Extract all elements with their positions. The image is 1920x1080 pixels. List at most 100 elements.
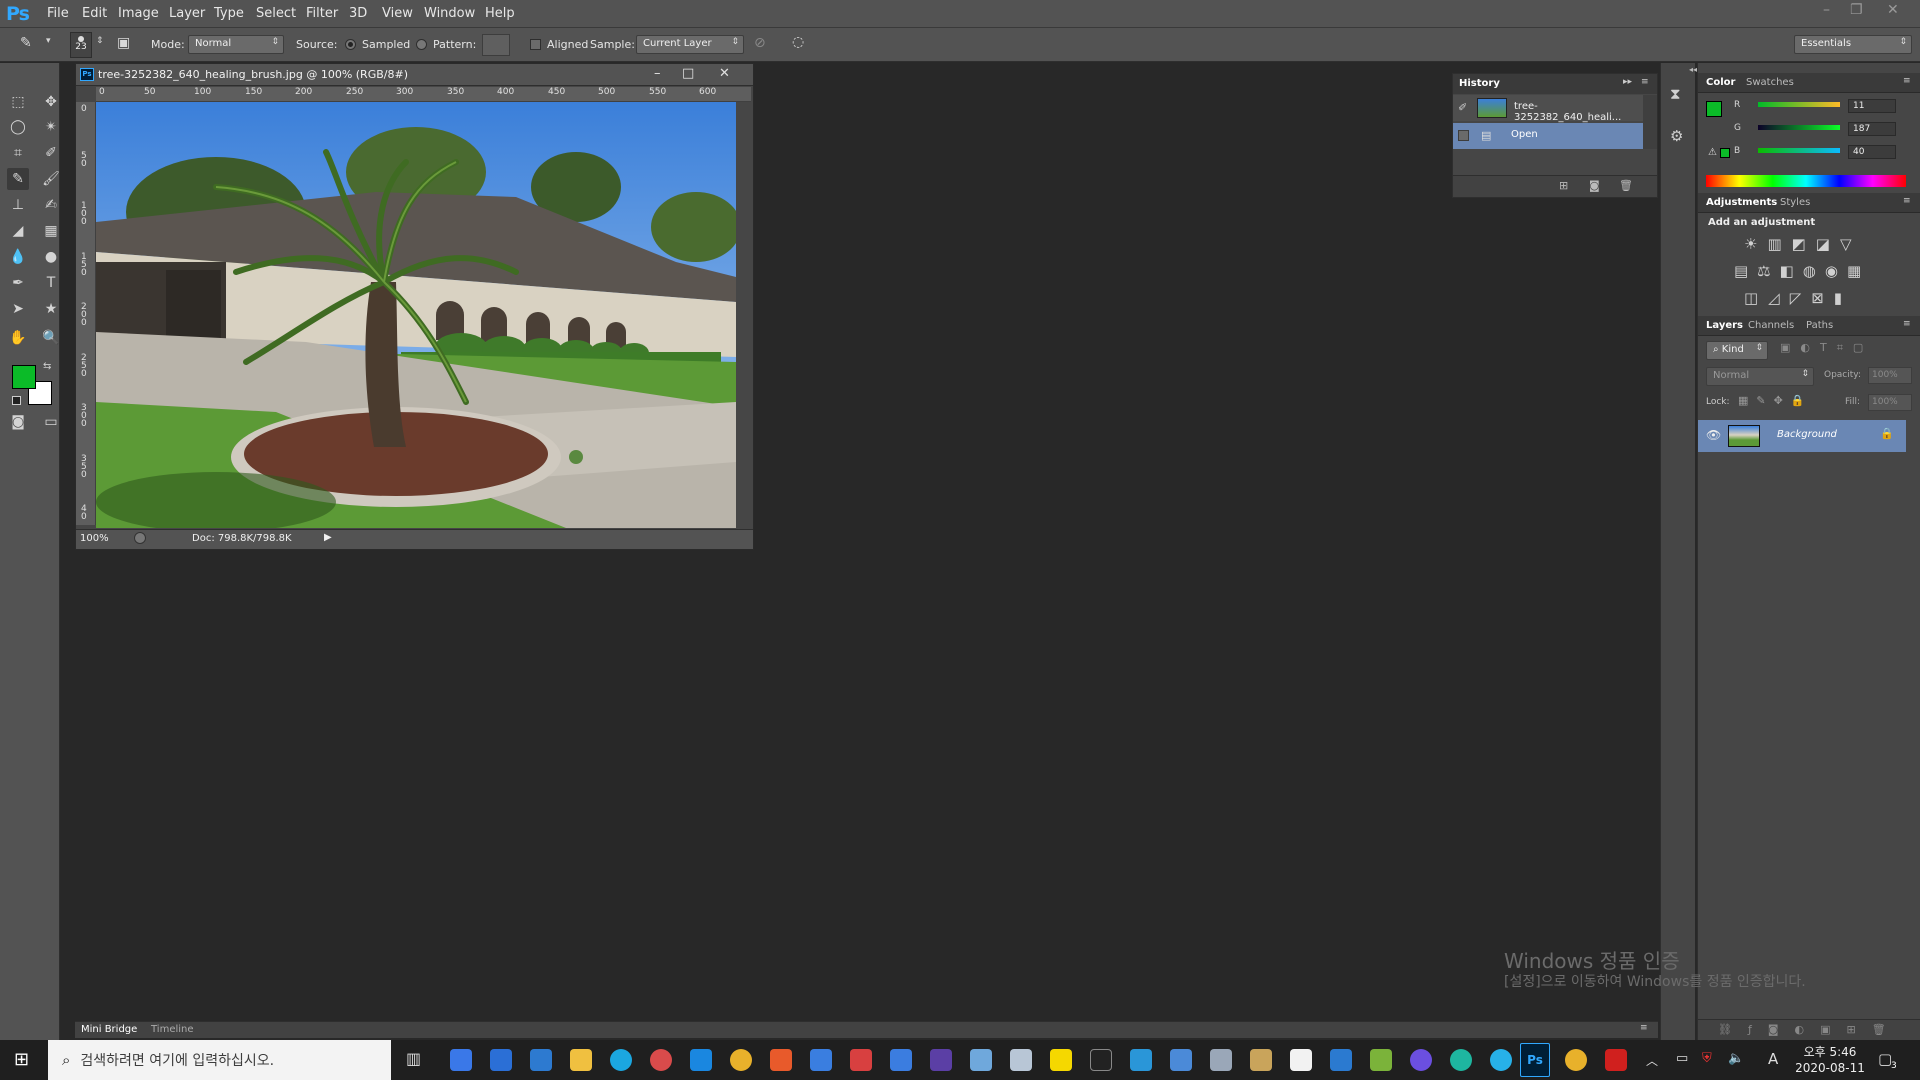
office-app-icon[interactable] <box>770 1049 792 1071</box>
menu-select[interactable]: Select <box>256 6 296 21</box>
shield-icon[interactable]: ⛨ <box>1702 1051 1712 1066</box>
opacity-value[interactable]: 100% <box>1868 367 1912 384</box>
tab-mini-bridge[interactable]: Mini Bridge <box>81 1024 137 1035</box>
editor-app-icon[interactable] <box>1090 1049 1112 1071</box>
doc-minimize-icon[interactable]: – <box>654 66 661 81</box>
aligned-checkbox[interactable] <box>530 39 541 50</box>
gradient-tool-icon[interactable]: ▦ <box>40 220 62 242</box>
store-app-icon[interactable] <box>890 1049 912 1071</box>
history-brush-source-icon[interactable]: ✐ <box>1458 101 1467 114</box>
mode-select[interactable]: Normal ⇕ <box>188 35 284 54</box>
brush-tool-icon[interactable]: 🖌 <box>40 168 62 190</box>
volume-icon[interactable]: 🔈 <box>1728 1051 1744 1066</box>
menu-help[interactable]: Help <box>485 6 515 21</box>
tab-adjustments[interactable]: Adjustments <box>1706 197 1777 208</box>
internet-explorer-icon[interactable] <box>690 1049 712 1071</box>
collapse-panel-icon[interactable]: ▸▸ <box>1623 77 1632 87</box>
palette-app-icon[interactable] <box>1250 1049 1272 1071</box>
chevron-down-icon[interactable]: ▾ <box>46 36 51 46</box>
new-document-from-state-icon[interactable]: ⊞ <box>1559 179 1568 192</box>
healing-brush-tool-icon[interactable]: ✎ <box>7 168 29 190</box>
chrome-browser-icon[interactable] <box>730 1049 752 1071</box>
zoom-level[interactable]: 100% <box>80 533 109 544</box>
task-view-icon[interactable]: ▥ <box>406 1049 421 1068</box>
adjustment-icons-row-1[interactable]: ☀▥◩◪▽ <box>1744 235 1862 253</box>
ime-indicator[interactable]: A <box>1768 1050 1778 1068</box>
lasso-tool-icon[interactable]: ◯ <box>7 116 29 138</box>
paint-app-icon[interactable] <box>650 1049 672 1071</box>
ignore-adjustment-layers-icon[interactable]: ⊘ <box>754 35 766 51</box>
blur-tool-icon[interactable]: 💧 <box>7 246 29 268</box>
tab-color[interactable]: Color <box>1706 77 1735 88</box>
properties-panel-icon[interactable]: ⚙ <box>1670 127 1683 145</box>
layer-lock-icon[interactable]: 🔒 <box>1880 427 1894 440</box>
blend-mode-select[interactable]: Normal ⇕ <box>1706 367 1814 386</box>
tab-history[interactable]: History <box>1459 78 1500 89</box>
screen-mode-icon[interactable]: ▭ <box>40 411 62 433</box>
pattern-app-icon[interactable] <box>1450 1049 1472 1071</box>
panel-menu-icon[interactable]: ≡ <box>1641 77 1649 87</box>
clock-date[interactable]: 2020-08-11 <box>1792 1061 1868 1075</box>
calculator-icon[interactable] <box>1170 1049 1192 1071</box>
magic-wand-tool-icon[interactable]: ✴ <box>40 116 62 138</box>
pen-tool-icon[interactable]: ✒ <box>7 272 29 294</box>
remote-app-icon[interactable] <box>1330 1049 1352 1071</box>
tool-app-icon[interactable] <box>850 1049 872 1071</box>
layer-kind-filter[interactable]: ⌕ Kind ⇕ <box>1706 341 1768 360</box>
notes-app-icon[interactable] <box>810 1049 832 1071</box>
minimize-icon[interactable]: – <box>1823 2 1830 18</box>
crop-tool-icon[interactable]: ⌗ <box>7 142 29 164</box>
status-info-icon[interactable] <box>134 532 146 544</box>
lock-icons[interactable]: ▦✎✥🔒 <box>1738 394 1813 407</box>
tab-layers[interactable]: Layers <box>1706 320 1743 331</box>
dodge-tool-icon[interactable]: ● <box>40 246 62 268</box>
fill-value[interactable]: 100% <box>1868 394 1912 411</box>
brush-size-arrow-icon[interactable]: ⇕ <box>96 36 104 46</box>
cloud-app-icon[interactable] <box>1010 1049 1032 1071</box>
color-spectrum-bar[interactable] <box>1706 175 1906 187</box>
sample-select[interactable]: Current Layer ⇕ <box>636 35 744 54</box>
tab-swatches[interactable]: Swatches <box>1746 77 1794 88</box>
kakaotalk-icon[interactable] <box>1050 1049 1072 1071</box>
history-brush-tool-icon[interactable]: ✍ <box>40 194 62 216</box>
b-slider[interactable] <box>1758 148 1840 153</box>
feather-app-icon[interactable] <box>970 1049 992 1071</box>
adjustment-icons-row-3[interactable]: ◫◿◸⊠▮ <box>1744 289 1852 307</box>
file-explorer-icon[interactable] <box>570 1049 592 1071</box>
document-app-icon[interactable] <box>1290 1049 1312 1071</box>
tab-timeline[interactable]: Timeline <box>151 1024 194 1035</box>
eyedropper-tool-icon[interactable]: ✐ <box>40 142 62 164</box>
brush-panel-icon[interactable]: ▣ <box>117 35 130 51</box>
swap-colors-icon[interactable]: ⇆ <box>43 361 51 372</box>
monitor-app-icon[interactable] <box>1130 1049 1152 1071</box>
expand-panels-icon[interactable]: ◂◂ <box>1689 65 1697 74</box>
acrobat-icon[interactable] <box>1605 1049 1627 1071</box>
layers-footer-icons[interactable]: ⛓ƒ◙◐▣⊞🗑 <box>1718 1023 1902 1036</box>
gamut-swatch[interactable] <box>1720 148 1730 158</box>
chevron-up-icon[interactable]: ︿ <box>1646 1052 1658 1069</box>
marquee-tool-icon[interactable]: ⬚ <box>7 91 29 113</box>
type-tool-icon[interactable]: T <box>40 272 62 294</box>
panel-menu-icon[interactable]: ≡ <box>1903 76 1911 86</box>
status-menu-arrow-icon[interactable]: ▶ <box>324 532 332 543</box>
foreground-color-swatch[interactable] <box>12 365 36 389</box>
menu-file[interactable]: File <box>47 6 69 21</box>
eraser-tool-icon[interactable]: ◢ <box>7 220 29 242</box>
pattern-radio[interactable] <box>416 39 427 50</box>
quick-mask-icon[interactable]: ◙ <box>7 411 29 433</box>
menu-layer[interactable]: Layer <box>169 6 205 21</box>
pattern-picker[interactable] <box>482 34 510 56</box>
color-fg-swatch[interactable] <box>1706 101 1722 117</box>
pressure-size-icon[interactable]: ◌ <box>792 34 804 50</box>
close-icon[interactable]: ✕ <box>1887 2 1899 18</box>
sampled-radio[interactable] <box>345 39 356 50</box>
windows-start-icon[interactable]: ⊞ <box>14 1049 29 1070</box>
menu-window[interactable]: Window <box>424 6 475 21</box>
image-canvas[interactable] <box>96 102 736 528</box>
adjustment-icons-row-2[interactable]: ▤⚖◧◍◉▦ <box>1734 262 1870 280</box>
zoom-app-icon[interactable] <box>450 1049 472 1071</box>
healing-brush-tool-icon[interactable]: ✎ <box>20 35 32 51</box>
r-slider[interactable] <box>1758 102 1840 107</box>
history-step-checkbox[interactable] <box>1458 130 1469 141</box>
restore-icon[interactable]: ❐ <box>1850 2 1863 18</box>
